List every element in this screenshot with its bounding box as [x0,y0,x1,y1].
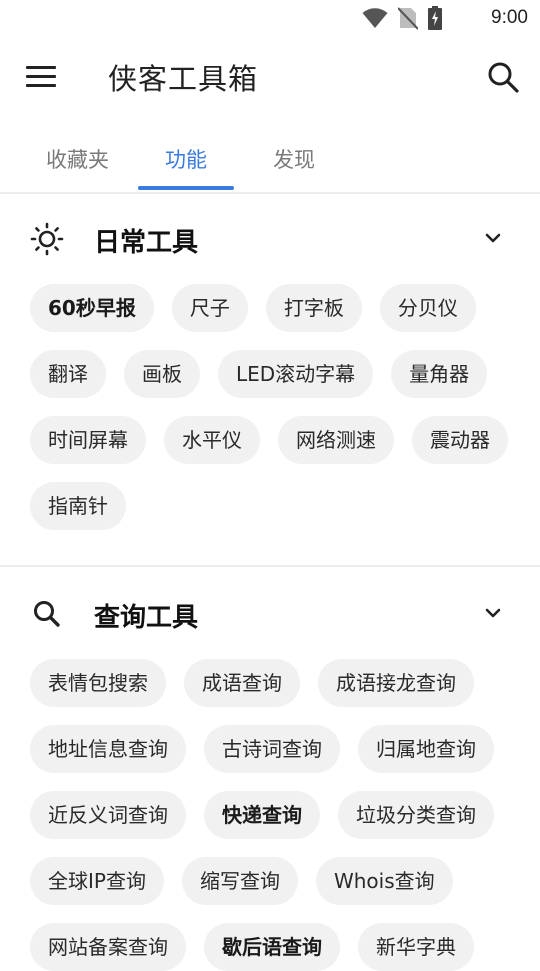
chip-idiom-chain[interactable]: 成语接龙查询 [318,659,474,707]
tab-functions[interactable]: 功能 [165,144,207,174]
chip-time-screen[interactable]: 时间屏幕 [30,416,146,464]
status-icons [362,6,442,30]
chip-decibel-meter[interactable]: 分贝仪 [379,284,476,332]
chevron-down-icon[interactable] [482,602,504,624]
chip-global-ip[interactable]: 全球IP查询 [30,857,164,905]
chip-garbage-sorting[interactable]: 垃圾分类查询 [338,791,494,839]
status-bar: 9:00 [0,0,540,36]
section-title: 日常工具 [94,228,199,258]
section-daily-tools: 日常工具 60秒早报 尺子 打字板 分贝仪 翻译 画板 LED滚动字幕 量角器 … [0,194,540,530]
chip-poetry-query[interactable]: 古诗词查询 [204,725,340,773]
chip-xiehouyu[interactable]: 歇后语查询 [204,923,340,971]
chip-ruler[interactable]: 尺子 [171,284,248,332]
clock: 9:00 [491,7,528,28]
app-bar: 侠客工具箱 [0,36,540,120]
app-title: 侠客工具箱 [108,62,259,96]
chip-list: 60秒早报 尺子 打字板 分贝仪 翻译 画板 LED滚动字幕 量角器 时间屏幕 … [0,284,540,530]
chip-abbreviation[interactable]: 缩写查询 [181,857,298,905]
search-icon[interactable] [486,60,520,94]
chip-speed-test[interactable]: 网络测速 [278,416,394,464]
chip-level[interactable]: 水平仪 [164,416,260,464]
chevron-down-icon[interactable] [482,227,504,249]
chip-express-query[interactable]: 快递查询 [204,791,320,839]
no-sim-icon [398,7,418,30]
chip-led-marquee[interactable]: LED滚动字幕 [218,350,374,398]
chip-icp-filing[interactable]: 网站备案查询 [30,923,186,971]
sun-icon [30,222,64,256]
chip-translate[interactable]: 翻译 [30,350,106,398]
chip-emoji-search[interactable]: 表情包搜索 [30,659,166,707]
chip-whois[interactable]: Whois查询 [315,857,453,905]
chip-synonym-query[interactable]: 近反义词查询 [30,791,186,839]
chip-protractor[interactable]: 量角器 [391,350,488,398]
tab-favorites[interactable]: 收藏夹 [46,144,109,174]
battery-charging-icon [428,6,442,30]
chip-drawing-board[interactable]: 画板 [124,350,200,398]
tab-indicator [138,186,234,190]
chip-typing-board[interactable]: 打字板 [265,284,362,332]
section-header[interactable]: 查询工具 [0,569,540,659]
section-query-tools: 查询工具 表情包搜索 成语查询 成语接龙查询 地址信息查询 古诗词查询 归属地查… [0,569,540,971]
chip-phone-location[interactable]: 归属地查询 [358,725,494,773]
menu-icon[interactable] [26,66,58,90]
chip-xinhua-dictionary[interactable]: 新华字典 [358,923,474,971]
search-icon [34,601,60,627]
chip-vibrator[interactable]: 震动器 [412,416,508,464]
chip-list: 表情包搜索 成语查询 成语接龙查询 地址信息查询 古诗词查询 归属地查询 近反义… [0,659,540,971]
chip-60s-news[interactable]: 60秒早报 [30,284,154,332]
wifi-icon [362,8,388,28]
tab-discover[interactable]: 发现 [273,144,315,174]
chip-compass[interactable]: 指南针 [30,482,126,530]
section-divider [0,565,540,567]
section-header[interactable]: 日常工具 [0,194,540,284]
section-title: 查询工具 [94,603,199,633]
chip-idiom-query[interactable]: 成语查询 [184,659,300,707]
tab-bar: 收藏夹 功能 发现 [0,120,540,194]
chip-address-info[interactable]: 地址信息查询 [30,725,186,773]
